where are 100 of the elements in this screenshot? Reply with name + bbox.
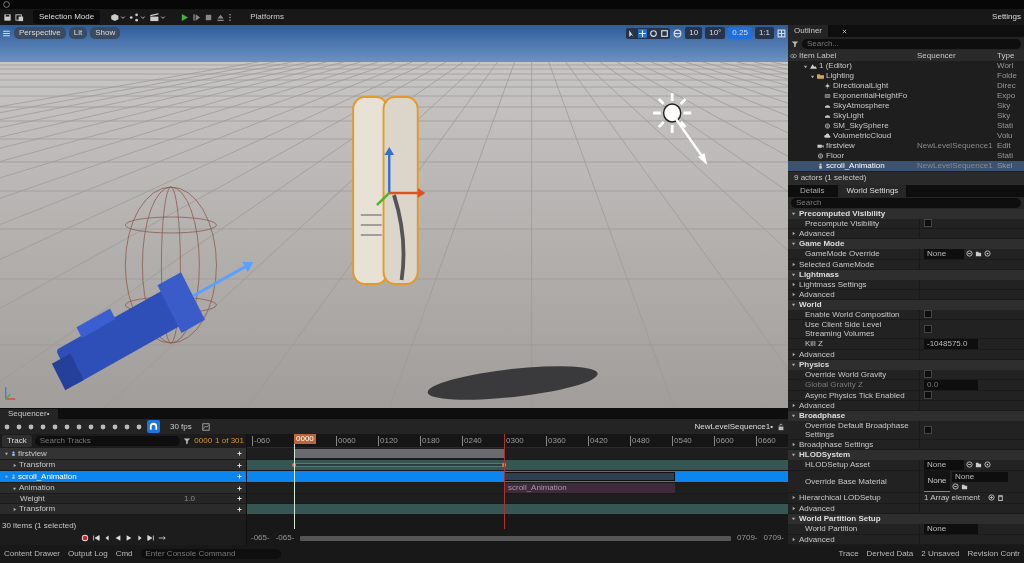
add-key-icon[interactable] <box>237 451 242 456</box>
status-bar-button[interactable]: 2 Unsaved <box>921 549 960 559</box>
range-end-label[interactable]: 0709- <box>763 533 784 543</box>
section-header[interactable]: World Partition Setup <box>788 514 1024 524</box>
record-icon[interactable] <box>80 534 89 542</box>
status-bar-button[interactable]: Derived Data <box>866 549 914 559</box>
add-key-icon[interactable] <box>237 485 242 491</box>
expand-arrow-icon[interactable] <box>12 462 17 468</box>
add-actor-icon[interactable] <box>109 12 127 22</box>
status-bar-button[interactable]: Output Log <box>68 549 108 559</box>
range-end-label[interactable]: 0709- <box>737 533 758 543</box>
jump-start-icon[interactable] <box>91 534 100 542</box>
asset-dropdown[interactable]: None <box>924 249 964 259</box>
value-field[interactable]: -1048575.0 <box>924 339 978 349</box>
content-icon[interactable] <box>15 12 24 22</box>
outliner-row[interactable]: Floor Stati <box>788 151 1024 161</box>
rotation-snap-button[interactable]: 10° <box>705 27 726 39</box>
grid-snap-button[interactable]: 10 <box>685 27 703 39</box>
step-icon[interactable] <box>192 12 202 22</box>
expand-arrow-icon[interactable] <box>791 241 796 247</box>
section-header[interactable]: Game Mode <box>788 239 1024 249</box>
loop-icon[interactable] <box>157 534 166 542</box>
checkbox[interactable] <box>924 219 932 228</box>
column-header[interactable]: Type <box>997 50 1024 61</box>
expand-arrow-icon[interactable] <box>803 63 808 69</box>
checkbox[interactable] <box>924 370 932 379</box>
section-header[interactable]: Precomputed Visibility <box>788 209 1024 219</box>
console-input-field[interactable]: Enter Console Command <box>140 549 281 559</box>
expand-arrow-icon[interactable] <box>791 413 796 419</box>
curve-editor-icon[interactable] <box>201 422 210 431</box>
expand-arrow-icon[interactable] <box>791 442 796 447</box>
expand-arrow-icon[interactable] <box>791 403 796 408</box>
expand-arrow-icon[interactable] <box>810 73 815 79</box>
expand-arrow-icon[interactable] <box>791 516 796 522</box>
add-icon[interactable] <box>988 494 996 502</box>
add-key-icon[interactable] <box>237 462 242 468</box>
outliner-row[interactable]: Lighting Folde <box>788 71 1024 81</box>
lock-icon[interactable] <box>777 422 785 431</box>
more-icon[interactable] <box>228 12 233 22</box>
engine-logo-icon[interactable] <box>3 1 10 8</box>
folder-icon[interactable] <box>975 461 982 469</box>
move-icon[interactable] <box>638 28 648 38</box>
track-row[interactable]: firstview <box>0 448 246 460</box>
checkbox[interactable] <box>924 310 932 319</box>
range-start-label[interactable]: -065- <box>251 533 270 543</box>
material-thumbnail[interactable]: None <box>924 471 950 492</box>
track-row[interactable]: Weight 1.0 <box>0 494 246 504</box>
expand-arrow-icon[interactable] <box>791 231 796 236</box>
settings-button[interactable]: Settings <box>992 12 1021 22</box>
checkbox[interactable] <box>924 426 932 434</box>
frame-rate-dropdown[interactable]: 30 fps <box>170 421 192 432</box>
step-forward-icon[interactable] <box>135 534 144 542</box>
timeline-scrollbar[interactable] <box>300 535 732 541</box>
material-dropdown[interactable]: None <box>952 472 1008 483</box>
track-row[interactable]: Transform <box>0 460 246 471</box>
add-key-icon[interactable] <box>237 506 242 512</box>
outliner-row[interactable]: SkyAtmosphere Sky <box>788 101 1024 111</box>
expand-arrow-icon[interactable] <box>12 485 17 491</box>
outliner-tab[interactable]: Outliner <box>788 25 828 37</box>
reset-icon[interactable] <box>984 250 991 258</box>
play-icon[interactable] <box>180 12 190 22</box>
checkbox[interactable] <box>924 391 932 400</box>
outliner-row[interactable]: scroll_Animation NewLevelSequence1 Skel <box>788 161 1024 171</box>
layout-icon[interactable] <box>777 28 786 38</box>
browse-icon[interactable] <box>952 483 959 491</box>
outliner-search-field[interactable]: Search... <box>802 38 1021 49</box>
play-icon[interactable] <box>124 534 133 542</box>
menu-icon[interactable] <box>2 28 11 38</box>
folder-icon[interactable] <box>961 483 968 491</box>
expand-arrow-icon[interactable] <box>791 302 796 308</box>
expand-arrow-icon[interactable] <box>4 451 9 456</box>
details-search-field[interactable]: Search <box>791 197 1021 208</box>
value-field[interactable]: None <box>924 524 978 534</box>
keyframe-icon[interactable] <box>292 463 296 467</box>
viewport-menu-button[interactable]: Perspective <box>14 27 66 39</box>
rotate-icon[interactable] <box>649 28 659 38</box>
section-header[interactable]: Broadphase <box>788 411 1024 421</box>
blueprint-icon[interactable] <box>129 12 147 22</box>
asset-dropdown[interactable]: None <box>924 460 964 470</box>
expand-arrow-icon[interactable] <box>791 537 796 542</box>
scale-snap-button[interactable]: 0.25 <box>728 27 752 39</box>
status-bar-button[interactable]: Trace <box>838 549 859 559</box>
outliner-row[interactable]: SM_SkySphere Stati <box>788 121 1024 131</box>
expand-arrow-icon[interactable] <box>791 352 796 357</box>
status-bar-button[interactable]: Revision Contr <box>967 549 1020 559</box>
add-track-button[interactable]: Track <box>2 435 32 447</box>
playhead-label[interactable]: 0000 <box>294 434 316 444</box>
magnet-icon[interactable] <box>147 420 160 433</box>
search-tracks-field[interactable]: Search Tracks <box>34 436 181 446</box>
mode-dropdown[interactable]: Selection Mode <box>33 10 101 24</box>
track-row[interactable]: Transform <box>0 504 246 515</box>
play-reverse-icon[interactable] <box>113 534 122 542</box>
expand-arrow-icon[interactable] <box>791 452 796 458</box>
expand-arrow-icon[interactable] <box>791 272 796 278</box>
platforms-button[interactable]: Platforms <box>246 10 288 24</box>
cmd-dropdown[interactable]: Cmd <box>115 549 133 559</box>
section-header[interactable]: World <box>788 300 1024 310</box>
column-header[interactable]: Sequencer <box>917 50 997 61</box>
outliner-row[interactable]: VolumetricCloud Volu <box>788 131 1024 141</box>
track-lane[interactable]: scroll_Animation <box>247 483 788 494</box>
